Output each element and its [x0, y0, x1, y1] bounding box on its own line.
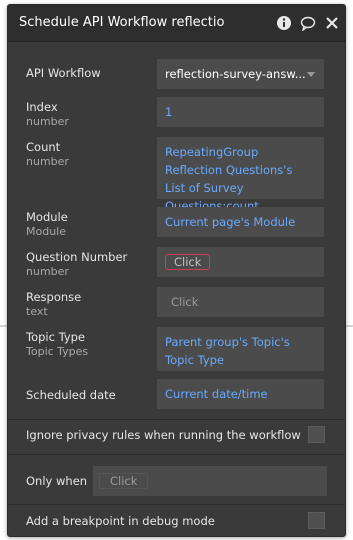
panel-title: Schedule API Workflow reflectio	[19, 15, 225, 30]
topic-type-value: Parent group's Topic's Topic Type	[165, 335, 290, 367]
response-field[interactable]: Click	[157, 287, 324, 317]
response-type: text	[26, 305, 48, 318]
question-number-click-pill[interactable]: Click	[165, 254, 211, 270]
breakpoint-checkbox[interactable]	[308, 512, 325, 529]
api-workflow-value: reflection-survey-answ...	[165, 67, 306, 81]
api-workflow-dropdown[interactable]: reflection-survey-answ...	[157, 59, 324, 89]
only-when-click-pill[interactable]: Click	[99, 473, 149, 489]
info-icon[interactable]	[276, 15, 292, 31]
only-when-field[interactable]: Click	[93, 466, 327, 496]
response-label: Response	[26, 290, 82, 304]
panel-header[interactable]: Schedule API Workflow reflectio	[8, 5, 345, 42]
count-type: number	[26, 155, 69, 168]
ignore-privacy-checkbox[interactable]	[308, 426, 325, 443]
scheduled-date-label: Scheduled date	[26, 388, 116, 402]
response-placeholder: Click	[171, 295, 199, 309]
module-field[interactable]: Current page's Module	[157, 207, 324, 237]
module-label: Module	[26, 210, 68, 224]
property-editor-panel: Schedule API Workflow reflectio API Work…	[7, 4, 346, 537]
breakpoint-label: Add a breakpoint in debug mode	[26, 514, 215, 528]
count-field[interactable]: RepeatingGroup Reflection Questions's Li…	[157, 137, 324, 213]
section-divider	[8, 454, 345, 455]
topic-type-type: Topic Types	[26, 345, 89, 358]
chevron-down-icon	[307, 72, 315, 77]
question-number-type: number	[26, 265, 69, 278]
comment-icon[interactable]	[300, 15, 316, 31]
index-value: 1	[165, 105, 173, 119]
section-divider	[8, 419, 345, 420]
index-label: Index	[26, 100, 58, 114]
api-workflow-label: API Workflow	[26, 66, 101, 80]
index-field[interactable]: 1	[157, 97, 324, 127]
count-label: Count	[26, 140, 61, 154]
scheduled-date-field[interactable]: Current date/time	[157, 379, 324, 409]
topic-type-field[interactable]: Parent group's Topic's Topic Type	[157, 327, 324, 371]
count-value: RepeatingGroup Reflection Questions's Li…	[165, 145, 293, 213]
section-divider	[8, 504, 345, 505]
topic-type-label: Topic Type	[26, 330, 85, 344]
question-number-label: Question Number	[26, 250, 128, 264]
module-value: Current page's Module	[165, 215, 296, 229]
index-type: number	[26, 115, 69, 128]
question-number-field[interactable]: Click	[157, 247, 324, 277]
scheduled-date-value: Current date/time	[165, 387, 268, 401]
only-when-label: Only when	[26, 474, 88, 488]
module-type: Module	[26, 225, 66, 238]
close-icon[interactable]	[324, 15, 340, 31]
ignore-privacy-label: Ignore privacy rules when running the wo…	[26, 428, 301, 442]
